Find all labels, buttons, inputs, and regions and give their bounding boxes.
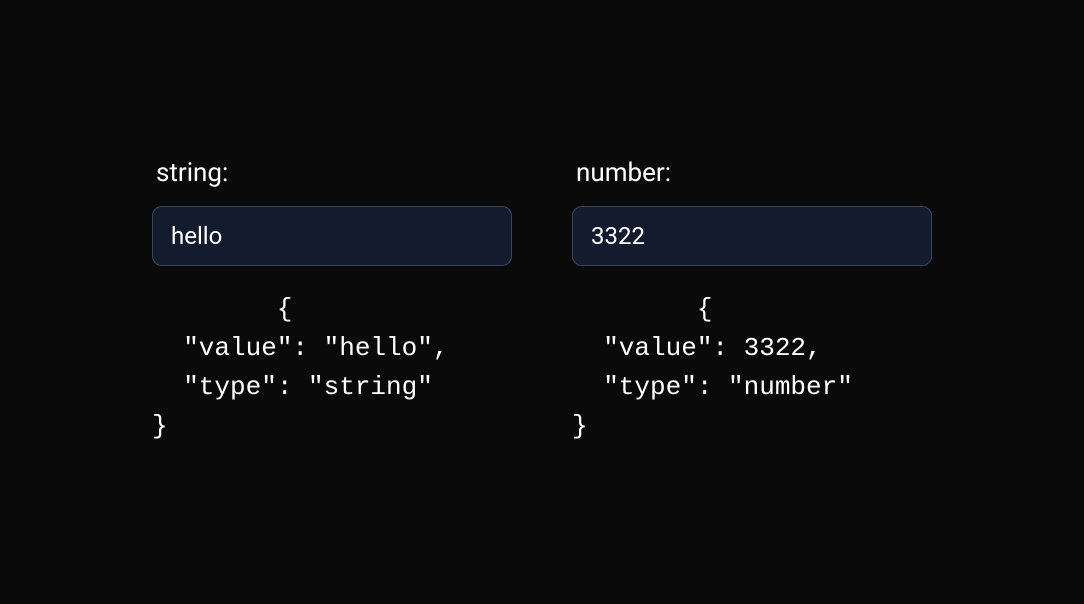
string-column: string: { "value": "hello", "type": "str… [152,158,512,446]
main-container: string: { "value": "hello", "type": "str… [112,158,972,446]
number-output: { "value": 3322, "type": "number" } [572,290,932,446]
number-label: number: [572,158,932,188]
number-column: number: { "value": 3322, "type": "number… [572,158,932,446]
string-output: { "value": "hello", "type": "string" } [152,290,512,446]
number-input[interactable] [572,206,932,266]
string-input[interactable] [152,206,512,266]
string-label: string: [152,158,512,188]
